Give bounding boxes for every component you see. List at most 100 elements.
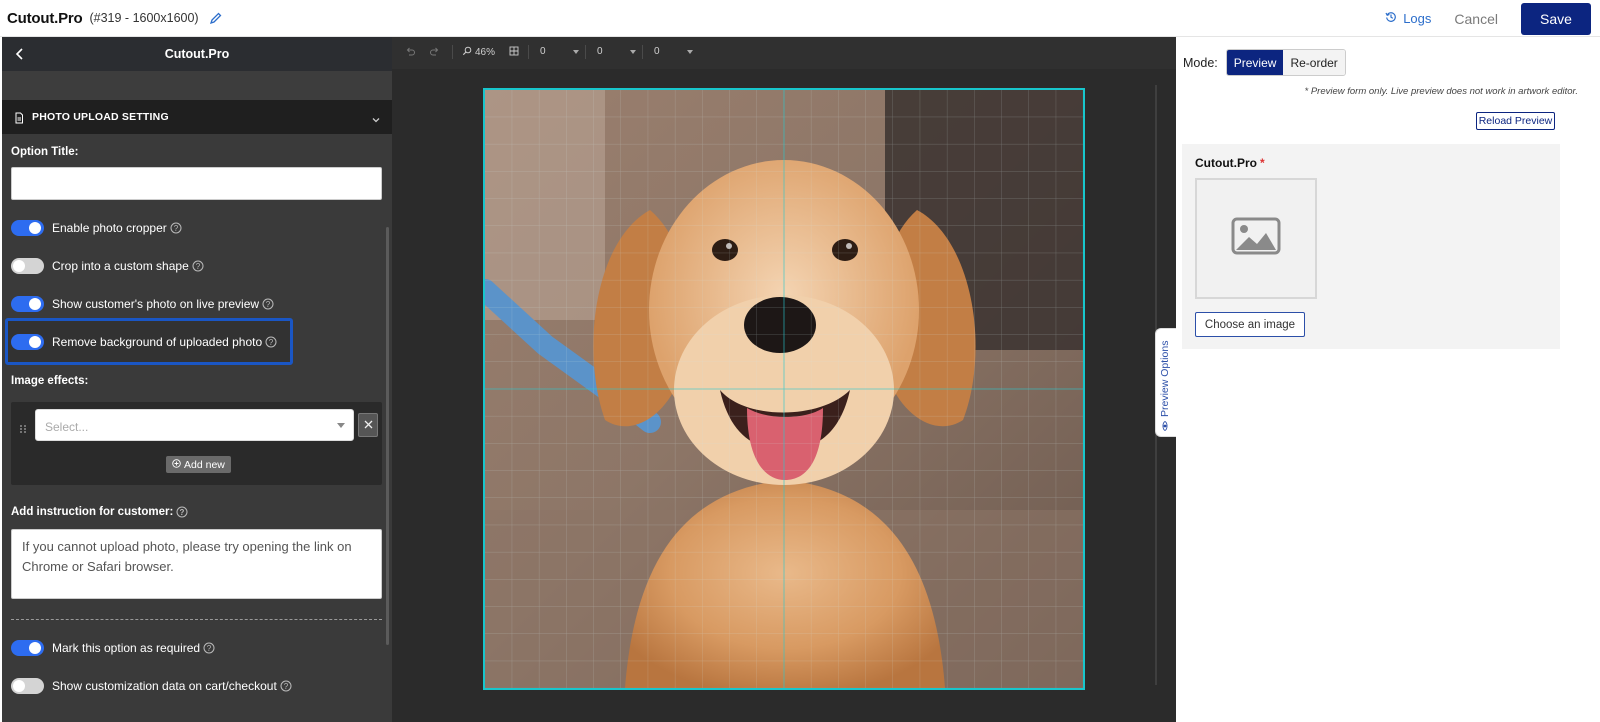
cancel-button[interactable]: Cancel <box>1454 11 1498 27</box>
panel-scrollbar[interactable] <box>386 227 389 645</box>
logs-link[interactable]: Logs <box>1385 11 1431 26</box>
option-title-label: Option Title: <box>11 146 79 158</box>
choose-image-button[interactable]: Choose an image <box>1195 312 1305 337</box>
app-title: Cutout.Pro <box>7 9 83 27</box>
eye-icon <box>1161 421 1169 431</box>
preview-options-label-wrap: Preview Options <box>1159 341 1171 431</box>
live-preview-toggle[interactable] <box>11 296 44 312</box>
toggle-label: Remove background of uploaded photo <box>52 335 263 349</box>
image-effects-label: Image effects: <box>11 375 89 387</box>
toggle-row-required: Mark this option as required ? <box>11 640 215 656</box>
toolbar-field-1[interactable]: 0 <box>540 46 579 57</box>
help-icon[interactable]: ? <box>203 642 215 654</box>
add-new-effect-button[interactable]: Add new <box>166 456 231 473</box>
undo-icon[interactable] <box>405 46 416 57</box>
photo-cropper-toggle[interactable] <box>11 220 44 236</box>
toggle-row-live-preview: Show customer's photo on live preview ? <box>11 296 274 312</box>
toolbar-field-2[interactable]: 0 <box>597 46 636 57</box>
svg-text:?: ? <box>174 224 179 233</box>
option-title-input[interactable] <box>11 167 382 200</box>
add-new-label: Add new <box>184 458 225 471</box>
preview-form-card: Cutout.Pro * Choose an image <box>1182 144 1560 349</box>
grid-icon[interactable] <box>509 46 519 56</box>
image-icon <box>1231 217 1281 260</box>
help-icon[interactable]: ? <box>170 222 182 234</box>
preview-options-tab[interactable]: Preview Options <box>1155 328 1176 437</box>
form-field-label: Cutout.Pro * <box>1195 156 1265 170</box>
drag-handle-icon[interactable] <box>19 421 27 433</box>
redo-icon[interactable] <box>429 46 440 57</box>
select-placeholder: Select... <box>45 420 89 434</box>
svg-text:?: ? <box>180 508 185 517</box>
toggle-row-photo-cropper: Enable photo cropper ? <box>11 220 182 236</box>
artwork-meta: (#319 - 1600x1600) <box>89 11 199 25</box>
artboard-dog-photo[interactable] <box>483 88 1085 690</box>
top-bar: Cutout.Pro (#319 - 1600x1600) Logs Cance… <box>0 0 1600 37</box>
caret-down-icon <box>572 49 579 54</box>
zoom-value: 46% <box>475 47 496 58</box>
custom-shape-toggle[interactable] <box>11 258 44 274</box>
preview-options-label: Preview Options <box>1159 340 1171 417</box>
field-value: 0 <box>654 46 660 57</box>
required-marker: * <box>1260 156 1265 170</box>
instruction-label: Add instruction for customer: <box>11 506 174 518</box>
field-value: 0 <box>597 46 603 57</box>
svg-text:?: ? <box>284 682 289 691</box>
toggle-row-cart-data: Show customization data on cart/checkout… <box>11 678 292 694</box>
canvas-toolbar: 46% 0 0 0 <box>392 37 1176 69</box>
pencil-icon[interactable] <box>209 11 223 25</box>
remove-background-toggle[interactable] <box>11 334 44 350</box>
plus-circle-icon <box>172 458 184 471</box>
toggle-label: Show customer's photo on live preview <box>52 297 260 311</box>
preview-note: * Preview form only. Live preview does n… <box>1304 86 1579 97</box>
save-button[interactable]: Save <box>1521 2 1591 35</box>
caret-down-icon <box>629 49 636 54</box>
reload-preview-button[interactable]: Reload Preview <box>1476 112 1555 130</box>
help-icon[interactable]: ? <box>262 298 274 310</box>
remove-effect-button[interactable] <box>358 413 378 437</box>
help-icon[interactable]: ? <box>176 506 188 518</box>
toggle-label: Enable photo cropper <box>52 221 167 235</box>
mode-reorder-button[interactable]: Re-order <box>1283 50 1345 75</box>
svg-text:?: ? <box>207 644 212 653</box>
zoom-icon <box>462 46 472 59</box>
mode-row: Mode: Preview Re-order <box>1183 49 1346 76</box>
instruction-label-row: Add instruction for customer: ? <box>11 506 188 518</box>
photo-upload-section-header[interactable]: PHOTO UPLOAD SETTING <box>2 100 392 134</box>
canvas-area: 46% 0 0 0 <box>392 37 1176 722</box>
image-placeholder[interactable] <box>1195 178 1317 299</box>
mode-preview-button[interactable]: Preview <box>1226 50 1284 75</box>
form-field-label-text: Cutout.Pro <box>1195 156 1257 170</box>
settings-panel: Cutout.Pro PHOTO UPLOAD SETTING Option T… <box>2 37 392 722</box>
divider <box>11 619 382 620</box>
help-icon[interactable]: ? <box>280 680 292 692</box>
panel-header: Cutout.Pro <box>2 37 392 71</box>
section-title: PHOTO UPLOAD SETTING <box>32 111 169 123</box>
svg-text:?: ? <box>196 262 201 271</box>
history-icon <box>1385 11 1403 26</box>
toolbar-field-3[interactable]: 0 <box>654 46 693 57</box>
toggle-label: Mark this option as required <box>52 641 201 655</box>
svg-text:?: ? <box>269 338 274 347</box>
panel-title: Cutout.Pro <box>164 47 230 61</box>
toggle-label: Show customization data on cart/checkout <box>52 679 277 693</box>
toggle-row-remove-background: Remove background of uploaded photo ? <box>11 334 277 350</box>
caret-down-icon <box>337 423 345 428</box>
caret-down-icon <box>686 49 693 54</box>
chevron-down-icon <box>371 112 381 123</box>
dog-photo-illustration <box>485 90 1083 688</box>
mode-segmented-control: Preview Re-order <box>1225 49 1346 76</box>
close-icon <box>364 416 373 434</box>
logs-label: Logs <box>1403 11 1432 26</box>
back-chevron-icon[interactable] <box>12 46 28 62</box>
svg-text:?: ? <box>266 300 271 309</box>
help-icon[interactable]: ? <box>192 260 204 272</box>
zoom-control[interactable]: 46% <box>462 46 495 59</box>
preview-panel: Mode: Preview Re-order * Preview form on… <box>1176 37 1600 722</box>
cart-data-toggle[interactable] <box>11 678 44 694</box>
required-toggle[interactable] <box>11 640 44 656</box>
image-effects-box: Select... Add new <box>11 402 382 485</box>
help-icon[interactable]: ? <box>265 336 277 348</box>
instruction-textarea[interactable] <box>11 529 382 599</box>
image-effect-select[interactable]: Select... <box>35 409 354 441</box>
